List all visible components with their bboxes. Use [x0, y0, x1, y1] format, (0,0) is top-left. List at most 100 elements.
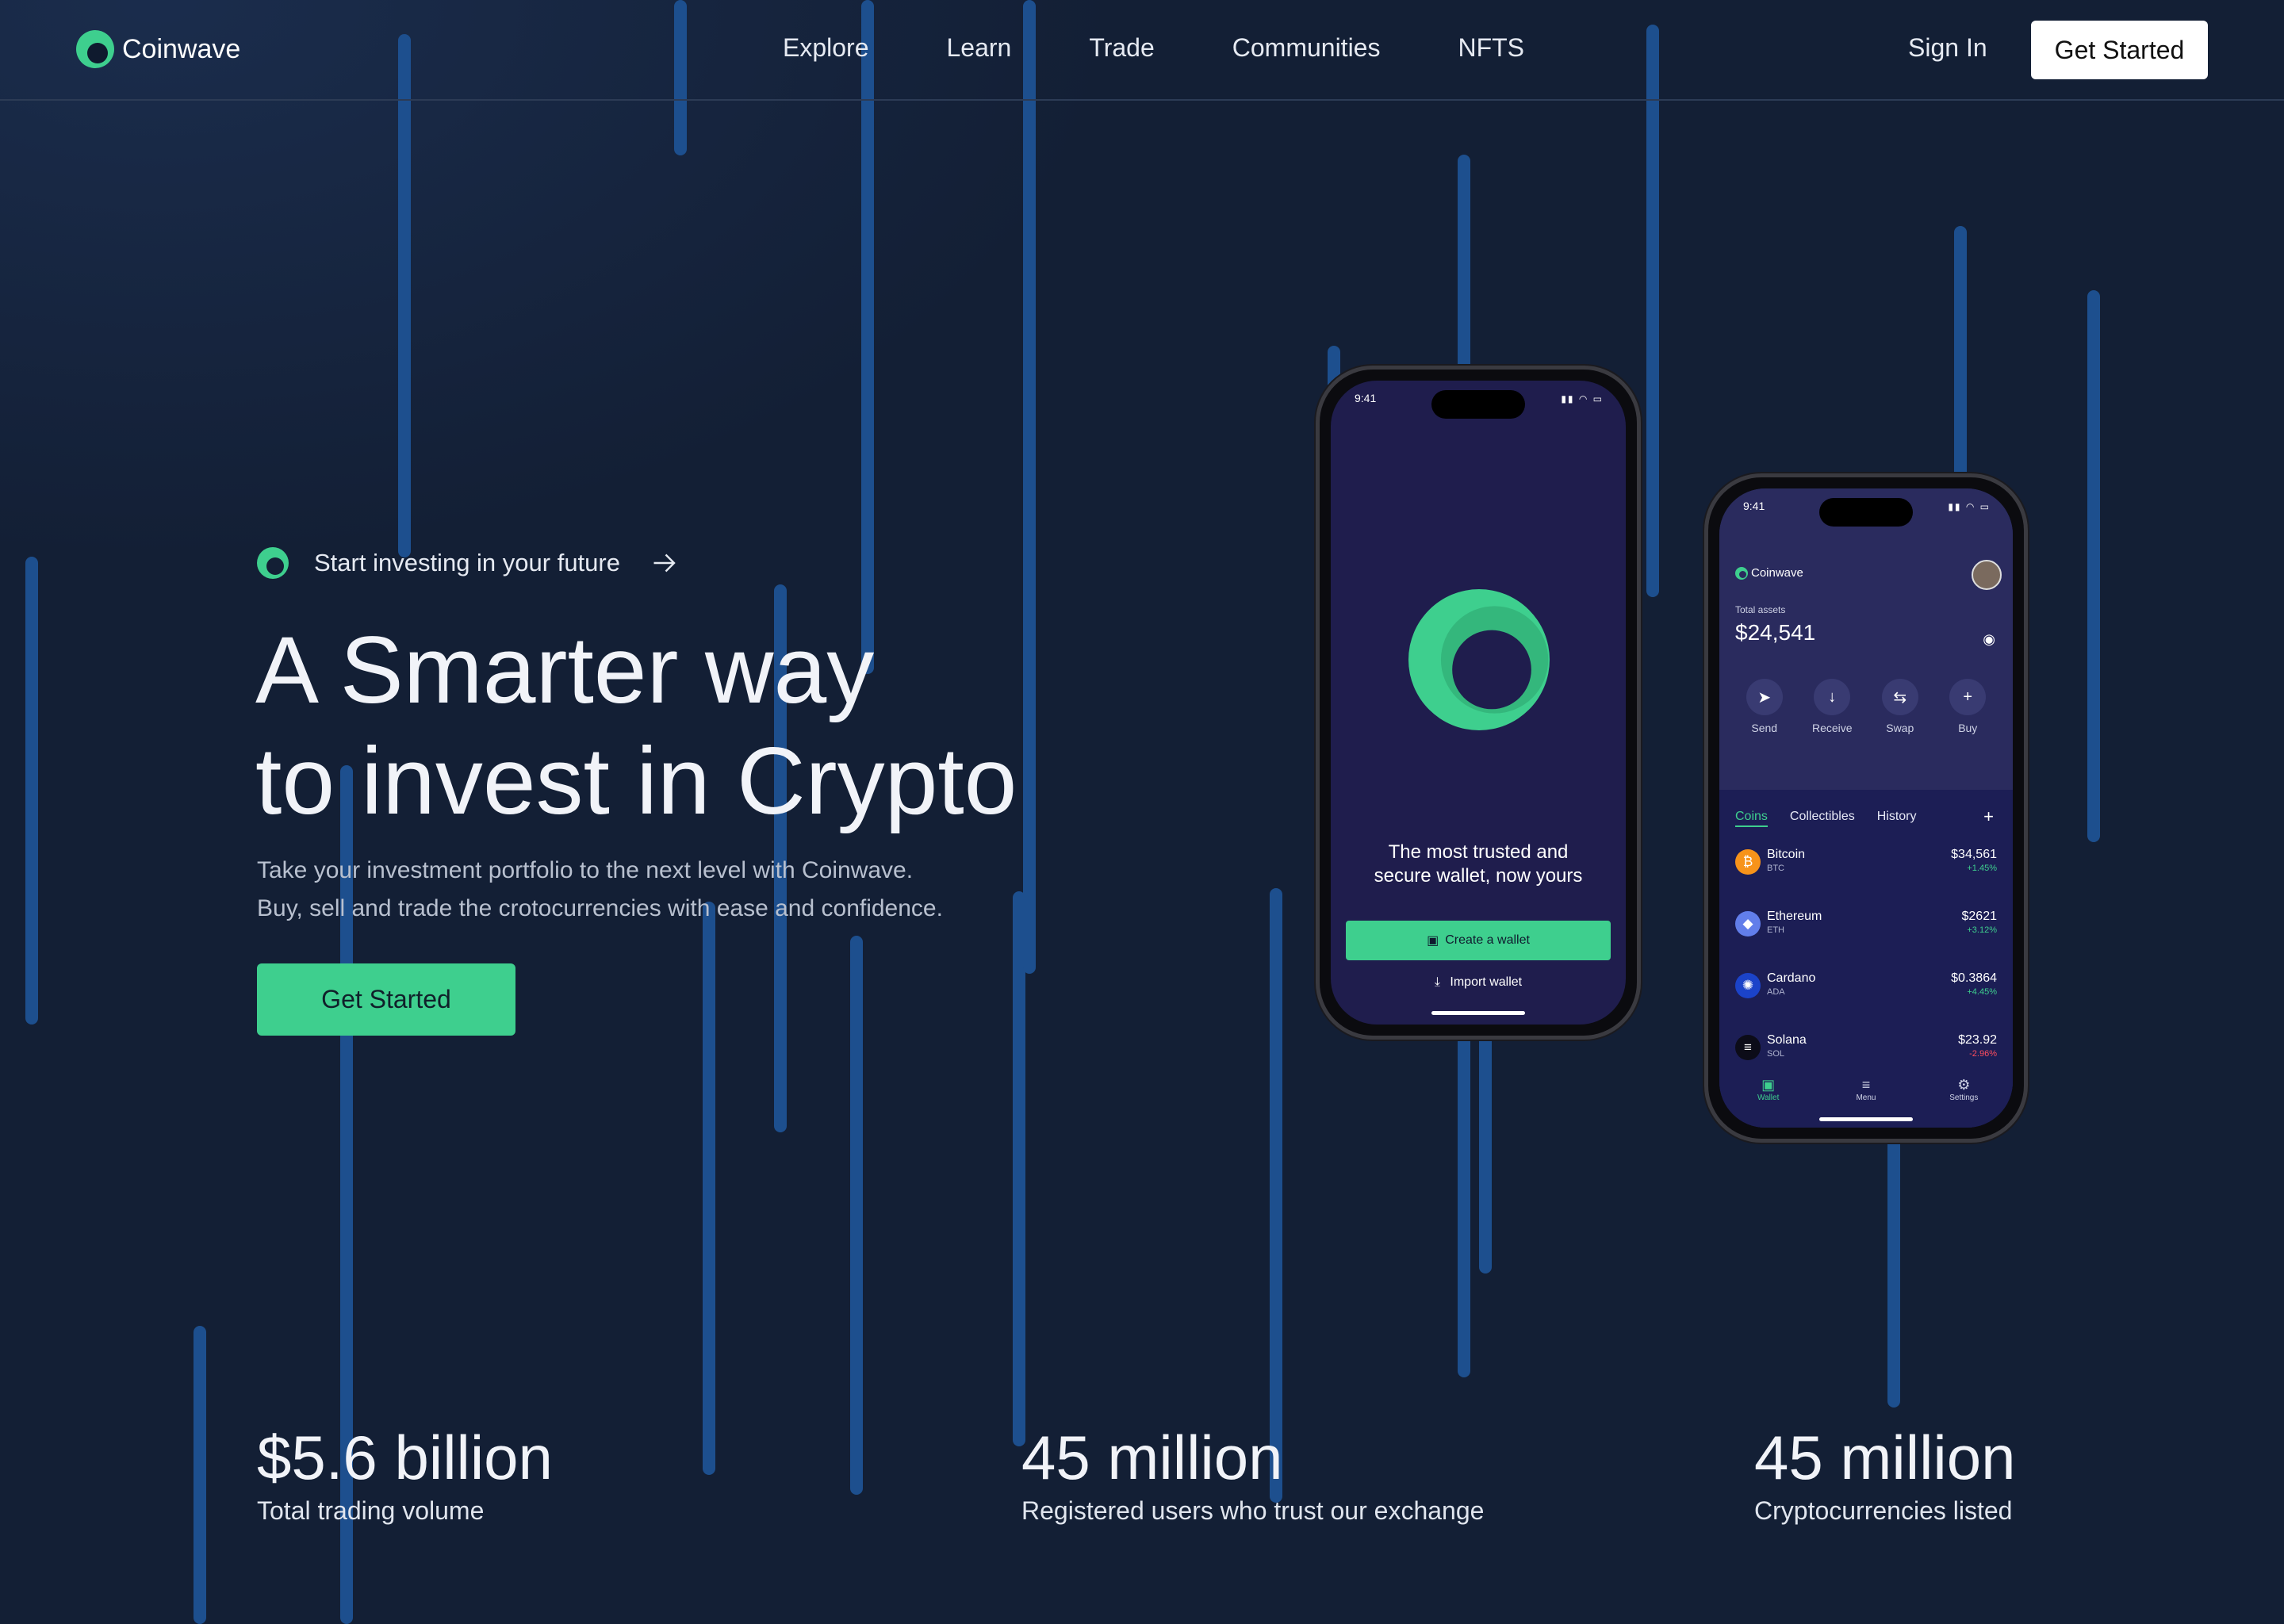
- hero-subtitle-line1: Take your investment portfolio to the ne…: [257, 857, 914, 883]
- stat-label: Cryptocurrencies listed: [1754, 1496, 2013, 1525]
- tabbar-wallet[interactable]: ▣ Wallet: [1745, 1077, 1792, 1128]
- buy-label: Buy: [1958, 722, 1978, 734]
- status-icons: ▮▮ ◠ ▭: [1561, 393, 1604, 404]
- stat-cryptocurrencies-listed: 45 million Cryptocurrencies listed: [1754, 1419, 2015, 1526]
- coin-ticker: ADA: [1767, 987, 1785, 997]
- stat-value: 45 million: [1754, 1423, 2016, 1492]
- swap-icon: ⇆: [1881, 679, 1918, 715]
- tabbar-wallet-label: Wallet: [1757, 1094, 1780, 1102]
- ethereum-icon: ◆: [1735, 911, 1761, 936]
- nav-get-started-button[interactable]: Get Started: [2031, 21, 2208, 79]
- coin-name: Solana: [1767, 1033, 1807, 1047]
- tabbar-settings[interactable]: ⚙ Settings: [1940, 1077, 1987, 1128]
- asset-tabs: Coins Collectibles History +: [1735, 806, 1997, 827]
- nav-link-nfts[interactable]: NFTS: [1458, 33, 1524, 63]
- wallet-brand: Coinwave: [1735, 566, 1803, 580]
- coin-price: $0.3864: [1951, 971, 1997, 985]
- stat-value: 45 million: [1021, 1423, 1283, 1492]
- phone-screen: 9:41 ▮▮ ◠ ▭ Coinwave Total assets $24,54…: [1719, 488, 2013, 1128]
- receive-label: Receive: [1811, 722, 1853, 734]
- brand-name: Coinwave: [122, 33, 241, 64]
- stat-trading-volume: $5.6 billion Total trading volume: [257, 1419, 553, 1526]
- coin-ticker: BTC: [1767, 864, 1784, 873]
- plus-icon: +: [1949, 679, 1987, 715]
- coin-name: Ethereum: [1767, 910, 1822, 923]
- hero-title: A Smarter way to invest in Crypto: [255, 615, 1017, 837]
- sign-in-link[interactable]: Sign In: [1908, 33, 1987, 63]
- stat-value: $5.6 billion: [257, 1423, 553, 1492]
- wallet-icon: ▣: [1761, 1077, 1776, 1093]
- swap-label: Swap: [1886, 722, 1914, 734]
- hero-eyebrow-link[interactable]: Start investing in your future: [257, 547, 679, 579]
- hero-title-line1: A Smarter way: [255, 617, 875, 723]
- list-item[interactable]: ◆ Ethereum ETH $2621 +3.12%: [1735, 906, 1997, 943]
- eye-icon[interactable]: ◉: [1983, 631, 1995, 648]
- coin-price: $2621: [1961, 910, 1998, 923]
- add-icon[interactable]: +: [1983, 806, 1994, 827]
- bitcoin-icon: ₿: [1735, 849, 1761, 875]
- gear-icon: ⚙: [1957, 1077, 1971, 1093]
- stat-label: Total trading volume: [257, 1496, 485, 1525]
- total-assets-label: Total assets: [1735, 604, 1786, 615]
- send-label: Send: [1751, 722, 1778, 734]
- hero-get-started-button[interactable]: Get Started: [257, 963, 515, 1036]
- wallet-actions: ➤ Send ↓ Receive ⇆ Swap + Buy: [1719, 679, 2013, 734]
- top-nav: Coinwave Explore Learn Trade Communities…: [0, 0, 2284, 101]
- nav-link-learn[interactable]: Learn: [947, 33, 1012, 63]
- hero-subtitle-line2: Buy, sell and trade the crotocurrencies …: [257, 895, 943, 921]
- tagline-line1: The most trusted and: [1388, 841, 1569, 863]
- coin-price: $34,561: [1951, 848, 1997, 861]
- coin-ticker: SOL: [1767, 1049, 1785, 1059]
- hero-subtitle: Take your investment portfolio to the ne…: [257, 852, 943, 928]
- tab-collectibles[interactable]: Collectibles: [1790, 810, 1855, 827]
- list-item[interactable]: ₿ Bitcoin BTC $34,561 +1.45%: [1735, 845, 1997, 881]
- download-icon: ⤓: [1434, 975, 1440, 989]
- send-button[interactable]: ➤ Send: [1740, 679, 1789, 734]
- wallet-icon: ▣: [1427, 934, 1439, 948]
- status-time: 9:41: [1355, 392, 1377, 404]
- hero-title-line2: to invest in Crypto: [255, 728, 1017, 834]
- dynamic-island: [1431, 390, 1525, 419]
- eyebrow-text: Start investing in your future: [314, 549, 620, 576]
- nav-links: Explore Learn Trade Communities NFTS: [783, 33, 1524, 63]
- phone-mockup-wallet: 9:41 ▮▮ ◠ ▭ Coinwave Total assets $24,54…: [1704, 473, 2028, 1143]
- arrow-right-icon: [653, 553, 676, 573]
- tabbar-settings-label: Settings: [1949, 1094, 1979, 1102]
- swap-button[interactable]: ⇆ Swap: [1876, 679, 1925, 734]
- coin-change: -2.96%: [1969, 1049, 1997, 1059]
- avatar[interactable]: [1972, 560, 2002, 590]
- nav-link-communities[interactable]: Communities: [1232, 33, 1381, 63]
- tab-history[interactable]: History: [1877, 810, 1917, 827]
- tabbar-menu-label: Menu: [1856, 1094, 1876, 1102]
- phone-mockup-onboarding: 9:41 ▮▮ ◠ ▭ The most trusted and secure …: [1316, 366, 1641, 1040]
- wallet-brand-name: Coinwave: [1751, 566, 1803, 580]
- stat-label: Registered users who trust our exchange: [1021, 1496, 1485, 1525]
- solana-icon: ≡: [1735, 1035, 1761, 1060]
- tab-coins[interactable]: Coins: [1735, 810, 1768, 827]
- receive-button[interactable]: ↓ Receive: [1807, 679, 1857, 734]
- coin-price: $23.92: [1958, 1033, 1997, 1047]
- send-icon: ➤: [1746, 679, 1783, 715]
- cardano-icon: ✺: [1735, 973, 1761, 998]
- arrow-down-icon: ↓: [1814, 679, 1851, 715]
- coin-change: +4.45%: [1967, 987, 1997, 997]
- onboarding-tagline: The most trusted and secure wallet, now …: [1331, 841, 1626, 888]
- import-wallet-link[interactable]: ⤓ Import wallet: [1331, 975, 1626, 990]
- create-wallet-button[interactable]: ▣ Create a wallet: [1346, 921, 1611, 960]
- brand-logo[interactable]: Coinwave: [76, 30, 240, 68]
- coinwave-large-logo-icon: [1408, 589, 1550, 730]
- coin-change: +3.12%: [1967, 925, 1997, 935]
- nav-link-trade[interactable]: Trade: [1089, 33, 1154, 63]
- status-time: 9:41: [1743, 500, 1765, 512]
- dynamic-island: [1819, 498, 1913, 527]
- nav-link-explore[interactable]: Explore: [783, 33, 869, 63]
- list-item[interactable]: ✺ Cardano ADA $0.3864 +4.45%: [1735, 968, 1997, 1005]
- phone-screen: 9:41 ▮▮ ◠ ▭ The most trusted and secure …: [1331, 381, 1626, 1025]
- create-wallet-label: Create a wallet: [1445, 933, 1530, 947]
- coin-ticker: ETH: [1767, 925, 1784, 935]
- coinwave-logo-icon: [76, 30, 114, 68]
- list-item[interactable]: ≡ Solana SOL $23.92 -2.96%: [1735, 1030, 1997, 1067]
- buy-button[interactable]: + Buy: [1943, 679, 1992, 734]
- coin-change: +1.45%: [1967, 864, 1997, 873]
- import-wallet-label: Import wallet: [1450, 975, 1523, 989]
